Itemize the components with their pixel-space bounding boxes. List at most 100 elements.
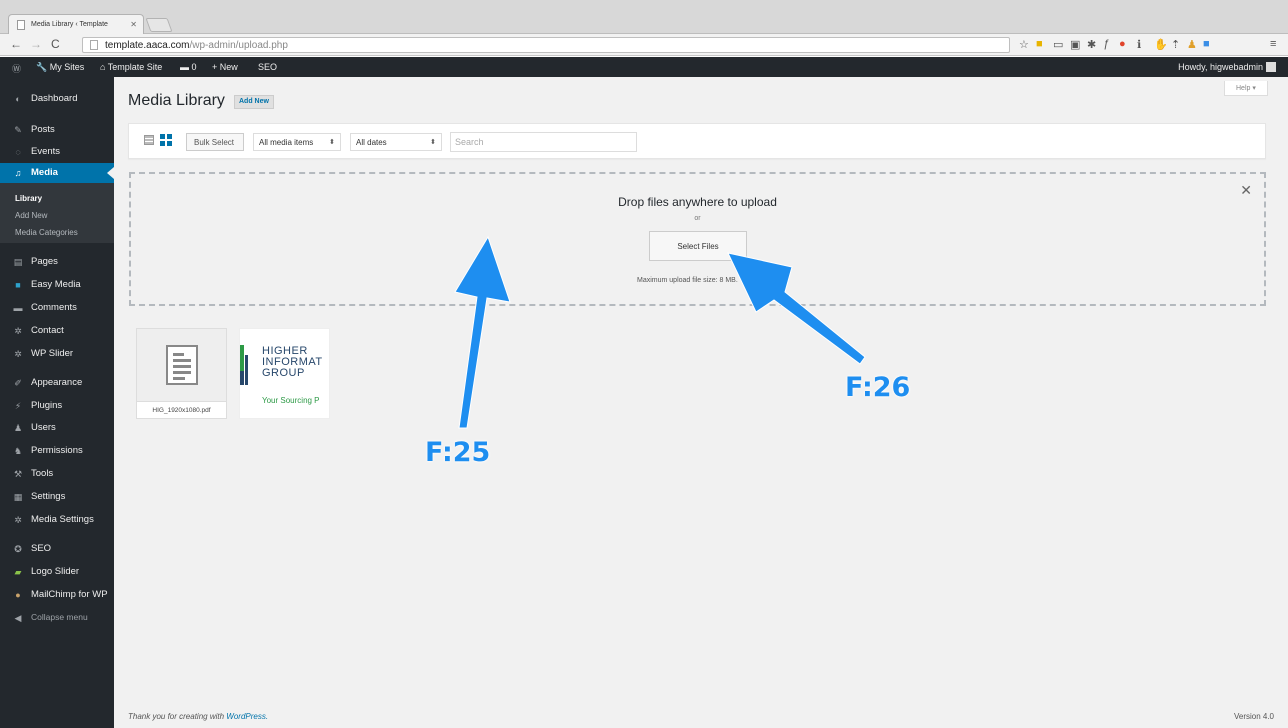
sidebar-item-label: Logo Slider (31, 566, 80, 577)
select-files-button[interactable]: Select Files (649, 231, 747, 261)
gear-icon: ✲ (14, 515, 22, 525)
upload-dropzone[interactable]: Drop files anywhere to upload or Select … (129, 172, 1266, 306)
forward-arrow-icon[interactable]: → (30, 37, 42, 51)
account-menu[interactable]: Howdy, higwebadmin (1178, 62, 1276, 72)
extension-gear-icon[interactable]: ✱ (1087, 38, 1096, 51)
sidebar-item-mailchimp[interactable]: ● MailChimp for WP (0, 585, 114, 605)
collapse-menu-button[interactable]: ◀ Collapse menu (0, 608, 114, 628)
wp-admin-bar: Ⓦ 🔧 My Sites ⌂ Template Site ▬ 0 + New S… (0, 57, 1288, 77)
extension-red-icon[interactable]: ● (1119, 38, 1126, 50)
grid-view-icon[interactable] (160, 134, 172, 146)
extension-box-icon[interactable]: ▣ (1070, 38, 1080, 51)
permissions-icon: ♞ (13, 446, 23, 456)
sidebar-item-users[interactable]: ♟ Users (0, 418, 114, 438)
sidebar-item-pages[interactable]: ▤ Pages (0, 252, 114, 272)
sidebar-item-permissions[interactable]: ♞ Permissions (0, 441, 114, 461)
help-tab[interactable]: Help ▾ (1224, 81, 1268, 96)
brush-icon: ✐ (14, 378, 22, 388)
dropzone-title: Drop files anywhere to upload (618, 195, 777, 209)
new-tab-button[interactable] (145, 18, 173, 32)
sidebar-item-wp-slider[interactable]: ✲ WP Slider (0, 344, 114, 364)
extension-rocket-icon[interactable]: ⇡ (1171, 38, 1180, 51)
browser-tab[interactable]: Media Library ‹ Template ✕ (8, 14, 144, 34)
submenu-add-new[interactable]: Add New (0, 208, 114, 224)
add-new-button[interactable]: Add New (234, 95, 274, 109)
howdy-label: Howdy, higwebadmin (1178, 62, 1263, 72)
submenu-library[interactable]: Library (0, 191, 114, 207)
sidebar-item-dashboard[interactable]: ◐ Dashboard (0, 89, 114, 109)
extension-info-icon[interactable]: ℹ (1137, 38, 1141, 51)
site-name-label: Template Site (107, 62, 163, 72)
logo-tagline: Your Sourcing P (262, 396, 320, 405)
footer-thanks: Thank you for creating with WordPress. (128, 712, 268, 721)
sidebar-item-label: Dashboard (31, 93, 78, 104)
extension-folder-icon[interactable]: ■ (1036, 38, 1043, 50)
screenshot-frame: Media Library ‹ Template ✕ ← → C templat… (0, 0, 1288, 728)
extension-person-icon[interactable]: ♟ (1187, 38, 1197, 51)
media-search-input[interactable]: Search (450, 132, 637, 152)
wordpress-link[interactable]: WordPress. (226, 712, 268, 721)
new-content-link[interactable]: + New (212, 62, 238, 72)
sidebar-item-seo[interactable]: ✪ SEO (0, 539, 114, 559)
extension-function-icon[interactable]: ƒ (1103, 38, 1109, 50)
attachment-pdf[interactable]: HIG_1920x1080.pdf (136, 328, 227, 419)
submenu-media-categories[interactable]: Media Categories (0, 225, 114, 241)
chrome-menu-icon[interactable]: ≡ (1270, 38, 1276, 50)
sidebar-item-logo-slider[interactable]: ▰ Logo Slider (0, 562, 114, 582)
bulk-select-button[interactable]: Bulk Select (186, 133, 244, 151)
extension-screen-icon[interactable]: ▭ (1053, 38, 1063, 51)
page-title: Media Library (128, 92, 225, 109)
address-bar[interactable]: template.aaca.com/wp-admin/upload.php (82, 37, 1010, 53)
wordpress-logo-icon[interactable]: Ⓦ (12, 62, 21, 75)
sidebar-item-easy-media[interactable]: ■ Easy Media (0, 275, 114, 295)
sidebar-item-settings[interactable]: ▦ Settings (0, 487, 114, 507)
sidebar-item-plugins[interactable]: ⚡ Plugins (0, 396, 114, 416)
sidebar-item-events[interactable]: ◌ Events (0, 142, 114, 162)
collapse-icon: ◀ (14, 613, 22, 623)
media-type-value: All media items (259, 138, 314, 147)
date-filter-value: All dates (356, 138, 387, 147)
back-arrow-icon[interactable]: ← (10, 37, 22, 51)
page-icon (90, 40, 98, 50)
extension-hand-icon[interactable]: ✋ (1154, 38, 1168, 51)
sidebar-item-posts[interactable]: ✎ Posts (0, 120, 114, 140)
sidebar-item-label: Media (31, 167, 58, 178)
seo-link[interactable]: SEO (258, 62, 277, 72)
sidebar-item-label: Appearance (31, 377, 83, 388)
annotation-label-f26: F:26 (845, 372, 911, 403)
media-type-filter[interactable]: All media items ⬍ (253, 133, 341, 151)
sidebar-item-contact[interactable]: ✲ Contact (0, 321, 114, 341)
extension-blue-icon[interactable]: ■ (1203, 38, 1210, 50)
dashboard-icon: ◐ (15, 94, 21, 104)
tab-close-icon[interactable]: ✕ (130, 20, 137, 29)
comments-count: 0 (191, 62, 197, 72)
list-view-icon[interactable] (144, 135, 154, 145)
my-sites-link[interactable]: 🔧 My Sites (36, 62, 84, 73)
sidebar-item-label: WP Slider (31, 348, 74, 359)
reload-icon[interactable]: C (51, 37, 60, 51)
version-label: Version 4.0 (1233, 712, 1274, 721)
sidebar-item-label: Media Settings (31, 514, 94, 525)
easy-media-icon: ■ (15, 280, 21, 290)
sidebar-item-media-settings[interactable]: ✲ Media Settings (0, 510, 114, 530)
sidebar-item-label: Settings (31, 491, 66, 502)
sidebar-item-label: MailChimp for WP (31, 589, 108, 600)
settings-icon: ▦ (13, 492, 23, 502)
events-icon: ◌ (15, 147, 21, 157)
close-icon[interactable]: ✕ (1240, 182, 1252, 199)
date-filter[interactable]: All dates ⬍ (350, 133, 442, 151)
sidebar-item-label: Comments (31, 302, 77, 313)
users-icon: ♟ (13, 423, 23, 433)
sidebar-item-tools[interactable]: ⚒ Tools (0, 464, 114, 484)
bookmark-star-icon[interactable]: ☆ (1019, 38, 1029, 51)
sidebar-item-label: Tools (31, 468, 54, 479)
sidebar-item-appearance[interactable]: ✐ Appearance (0, 373, 114, 393)
sidebar-item-media[interactable]: ♫ Media (0, 163, 114, 183)
attachment-logo-image[interactable]: HIGHER INFORMAT GROUP Your Sourcing P (239, 328, 330, 419)
sidebar-item-comments[interactable]: ▬ Comments (0, 298, 114, 318)
seo-icon: ✪ (14, 544, 22, 554)
wrench-icon: ⚒ (13, 469, 23, 479)
comments-link[interactable]: ▬ 0 (180, 62, 197, 72)
site-name-link[interactable]: ⌂ Template Site (100, 62, 162, 72)
dropzone-or: or (694, 215, 701, 222)
